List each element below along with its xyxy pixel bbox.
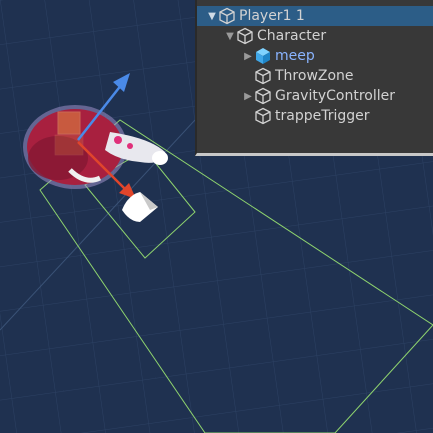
character-spot — [127, 143, 133, 149]
character-hand — [152, 151, 168, 165]
hierarchy-item[interactable]: ▶ GravityController — [197, 86, 433, 106]
hierarchy-item-label: trappeTrigger — [275, 108, 370, 124]
prefab-icon — [254, 47, 272, 65]
character-spot — [114, 136, 122, 144]
hierarchy-item-label: meep — [275, 48, 315, 64]
gameobject-icon — [254, 107, 272, 125]
gameobject-icon — [254, 87, 272, 105]
collapse-arrow-icon[interactable]: ▶ — [242, 51, 254, 62]
hierarchy-item[interactable]: ▼ Character — [197, 26, 433, 46]
hierarchy-item[interactable]: trappeTrigger — [197, 106, 433, 126]
hierarchy-item[interactable]: ▼ Player1 1 — [197, 6, 433, 26]
hierarchy-item-label: Character — [257, 28, 327, 44]
expand-arrow-icon[interactable]: ▼ — [206, 11, 218, 22]
hierarchy-item[interactable]: ▶ meep — [197, 46, 433, 66]
collapse-arrow-icon[interactable]: ▶ — [242, 91, 254, 102]
hierarchy-item-label: Player1 1 — [239, 8, 305, 24]
gameobject-icon — [236, 27, 254, 45]
hierarchy-item-label: GravityController — [275, 88, 395, 104]
hierarchy-item-label: ThrowZone — [275, 68, 354, 84]
gameobject-icon — [254, 67, 272, 85]
hierarchy-item[interactable]: ThrowZone — [197, 66, 433, 86]
selection-box — [57, 111, 81, 135]
gameobject-icon — [218, 7, 236, 25]
hierarchy-panel[interactable]: ▼ Player1 1 ▼ Character ▶ meep ThrowZone ▶ Gravi… — [195, 0, 433, 156]
expand-arrow-icon[interactable]: ▼ — [224, 31, 236, 42]
